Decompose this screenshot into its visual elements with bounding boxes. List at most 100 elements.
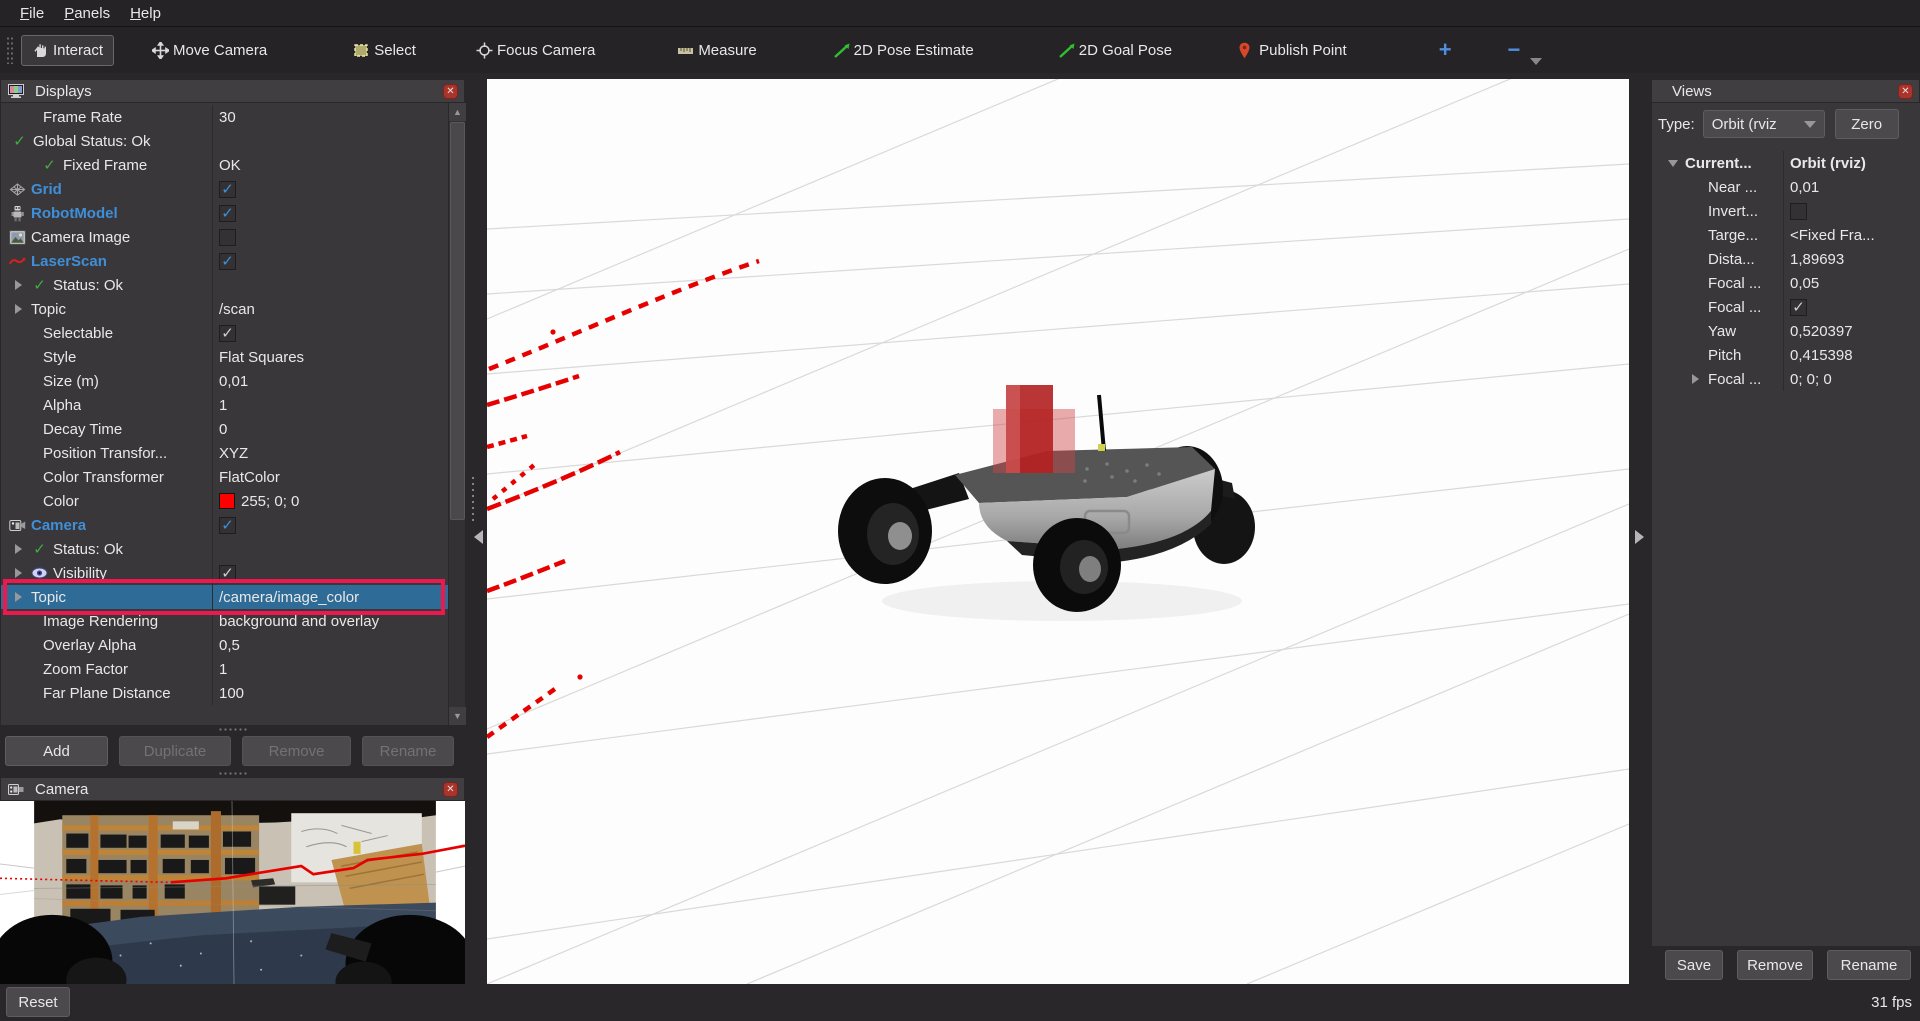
display-row-global-status-ok[interactable]: ✓Global Status: Ok <box>1 129 448 153</box>
property-value[interactable]: XYZ <box>219 445 248 462</box>
panel-resize-handle[interactable] <box>0 769 465 777</box>
display-row-alpha[interactable]: Alpha1 <box>1 393 448 417</box>
displays-add-button[interactable]: Add <box>5 736 108 766</box>
display-row-overlay-alpha[interactable]: Overlay Alpha0,5 <box>1 633 448 657</box>
tool-2d-goal-pose[interactable]: 2D Goal Pose <box>1048 36 1182 65</box>
left-splitter[interactable] <box>465 79 487 984</box>
display-row-topic[interactable]: Topic/camera/image_color <box>1 585 448 609</box>
property-value[interactable]: Flat Squares <box>219 349 304 366</box>
views-row-pitch[interactable]: Pitch0,415398 <box>1652 343 1920 367</box>
display-row-style[interactable]: StyleFlat Squares <box>1 345 448 369</box>
displays-close-icon[interactable]: ✕ <box>443 84 458 99</box>
menu-panels[interactable]: Panels <box>54 2 120 25</box>
add-tool-button[interactable]: + <box>1429 37 1462 63</box>
property-value[interactable]: /camera/image_color <box>219 589 359 606</box>
collapse-right-panel-icon[interactable] <box>1635 530 1644 544</box>
panel-resize-handle[interactable] <box>0 725 465 733</box>
display-row-camera[interactable]: Camera✓ <box>1 513 448 537</box>
checkbox[interactable]: ✓ <box>1790 299 1807 316</box>
property-value[interactable]: 0,01 <box>219 373 248 390</box>
property-value[interactable]: 0; 0; 0 <box>1790 371 1832 388</box>
collapse-left-panel-icon[interactable] <box>474 530 483 544</box>
tool-publish-point[interactable]: Publish Point <box>1228 36 1357 65</box>
tool-move-camera[interactable]: Move Camera <box>142 36 277 65</box>
chevron-right-icon[interactable] <box>15 592 22 602</box>
reset-button[interactable]: Reset <box>6 987 70 1017</box>
tool-2d-pose-estimate[interactable]: 2D Pose Estimate <box>823 36 984 65</box>
views-save-button[interactable]: Save <box>1665 950 1723 980</box>
checkbox[interactable]: ✓ <box>219 517 236 534</box>
views-row-yaw[interactable]: Yaw0,520397 <box>1652 319 1920 343</box>
display-row-visibility[interactable]: Visibility✓ <box>1 561 448 585</box>
display-row-status-ok[interactable]: ✓Status: Ok <box>1 273 448 297</box>
chevron-right-icon[interactable] <box>15 304 22 314</box>
display-row-position-transfor-[interactable]: Position Transfor...XYZ <box>1 441 448 465</box>
toolbar-overflow-caret-icon[interactable] <box>1530 58 1542 65</box>
display-row-far-plane-distance[interactable]: Far Plane Distance100 <box>1 681 448 705</box>
views-row-current-[interactable]: Current...Orbit (rviz) <box>1652 151 1920 175</box>
property-value[interactable]: 0,5 <box>219 637 240 654</box>
property-value[interactable]: 0,01 <box>1790 179 1819 196</box>
checkbox[interactable]: ✓ <box>219 253 236 270</box>
views-close-icon[interactable]: ✕ <box>1898 84 1913 99</box>
displays-scrollbar[interactable]: ▲ ▼ <box>448 103 465 725</box>
displays-remove-button[interactable]: Remove <box>242 736 351 766</box>
checkbox[interactable] <box>219 229 236 246</box>
scroll-down-icon[interactable]: ▼ <box>449 707 466 725</box>
property-value[interactable]: 255; 0; 0 <box>241 493 299 510</box>
camera-close-icon[interactable]: ✕ <box>443 782 458 797</box>
display-row-selectable[interactable]: Selectable✓ <box>1 321 448 345</box>
property-value[interactable]: <Fixed Fra... <box>1790 227 1875 244</box>
scroll-up-icon[interactable]: ▲ <box>449 103 466 121</box>
display-row-color-transformer[interactable]: Color TransformerFlatColor <box>1 465 448 489</box>
tool-interact[interactable]: Interact <box>21 35 114 66</box>
chevron-down-icon[interactable] <box>1668 160 1678 167</box>
checkbox[interactable]: ✓ <box>219 325 236 342</box>
property-value[interactable]: /scan <box>219 301 255 318</box>
property-value[interactable]: 30 <box>219 109 236 126</box>
menu-file[interactable]: File <box>10 2 54 25</box>
display-row-decay-time[interactable]: Decay Time0 <box>1 417 448 441</box>
zero-button[interactable]: Zero <box>1835 109 1899 139</box>
property-value[interactable]: FlatColor <box>219 469 280 486</box>
property-value[interactable]: 1 <box>219 397 227 414</box>
chevron-right-icon[interactable] <box>15 280 22 290</box>
display-row-camera-image[interactable]: Camera Image <box>1 225 448 249</box>
property-value[interactable]: 1 <box>219 661 227 678</box>
displays-rename-button[interactable]: Rename <box>362 736 454 766</box>
menu-help[interactable]: Help <box>120 2 171 25</box>
checkbox[interactable] <box>1790 203 1807 220</box>
views-row-focal-[interactable]: Focal ...0,05 <box>1652 271 1920 295</box>
chevron-right-icon[interactable] <box>15 568 22 578</box>
property-value[interactable]: background and overlay <box>219 613 379 630</box>
chevron-right-icon[interactable] <box>1692 374 1699 384</box>
tool-measure[interactable]: Measure <box>667 36 766 65</box>
display-row-size-m-[interactable]: Size (m)0,01 <box>1 369 448 393</box>
tool-focus-camera[interactable]: Focus Camera <box>466 36 605 65</box>
checkbox[interactable]: ✓ <box>219 181 236 198</box>
property-value[interactable]: 100 <box>219 685 244 702</box>
display-row-laserscan[interactable]: LaserScan✓ <box>1 249 448 273</box>
checkbox[interactable]: ✓ <box>219 565 236 582</box>
display-row-fixed-frame[interactable]: ✓Fixed FrameOK <box>1 153 448 177</box>
display-row-status-ok[interactable]: ✓Status: Ok <box>1 537 448 561</box>
toolbar-drag-handle[interactable] <box>6 36 13 64</box>
property-value[interactable]: 0,05 <box>1790 275 1819 292</box>
right-splitter[interactable] <box>1629 79 1651 984</box>
views-remove-button[interactable]: Remove <box>1737 950 1813 980</box>
3d-viewport[interactable] <box>487 79 1629 984</box>
checkbox[interactable]: ✓ <box>219 205 236 222</box>
camera-image-view[interactable] <box>0 801 465 984</box>
property-value[interactable]: 0,415398 <box>1790 347 1853 364</box>
display-row-color[interactable]: Color255; 0; 0 <box>1 489 448 513</box>
views-row-focal-[interactable]: Focal ...✓ <box>1652 295 1920 319</box>
chevron-right-icon[interactable] <box>15 544 22 554</box>
tool-select[interactable]: Select <box>343 36 426 65</box>
views-row-near-[interactable]: Near ...0,01 <box>1652 175 1920 199</box>
display-row-robotmodel[interactable]: RobotModel✓ <box>1 201 448 225</box>
views-row-invert-[interactable]: Invert... <box>1652 199 1920 223</box>
views-rename-button[interactable]: Rename <box>1827 950 1911 980</box>
display-row-grid[interactable]: Grid✓ <box>1 177 448 201</box>
views-row-focal-[interactable]: Focal ...0; 0; 0 <box>1652 367 1920 391</box>
property-value[interactable]: Orbit (rviz) <box>1790 155 1866 172</box>
